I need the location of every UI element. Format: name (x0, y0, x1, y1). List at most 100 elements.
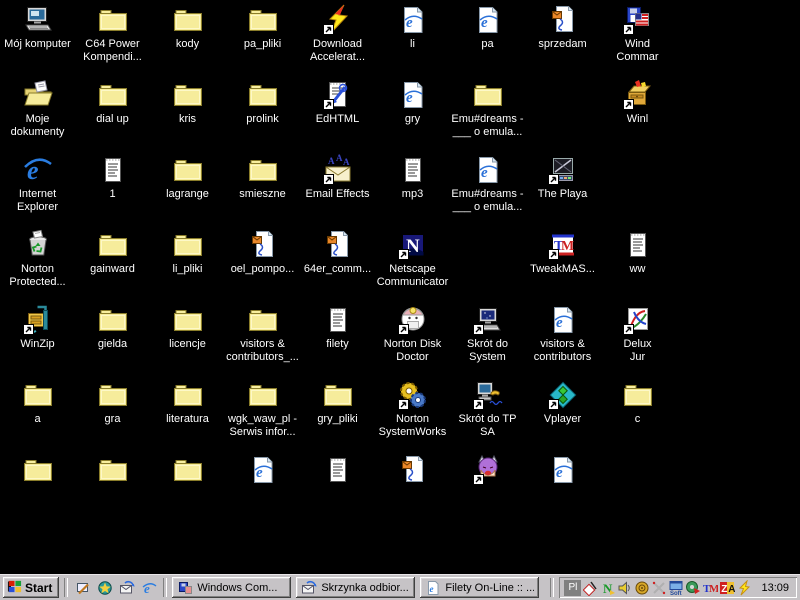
desktop-icon-literatura[interactable]: literatura (150, 379, 225, 426)
desktop-icon-c64-power-kompendi[interactable]: C64 Power Kompendi... (75, 4, 150, 64)
desktop-icon-edhtml[interactable]: EdHTML (300, 79, 375, 126)
quick-launch-view-channels-icon[interactable] (95, 578, 114, 597)
taskbar-button-windows-com[interactable]: Windows Com... (172, 577, 291, 598)
desktop-icon-wind-commar[interactable]: Wind Commar (600, 4, 675, 64)
tray-icon-lightning[interactable] (736, 580, 752, 596)
desktop-icon-norton-systemworks[interactable]: Norton SystemWorks (375, 379, 450, 439)
tray-icon-downloader[interactable] (685, 580, 701, 596)
desktop-icon-dial-up[interactable]: dial up (75, 79, 150, 126)
desktop-icon-skrót-do-tp-sa[interactable]: Skrót do TP SA (450, 379, 525, 439)
tray-icon-volume[interactable] (617, 580, 633, 596)
tray-icon-network-x[interactable] (651, 580, 667, 596)
tray-icon-zonealarm[interactable]: ZA (719, 580, 735, 596)
folder-icon (247, 79, 279, 111)
desktop-icon-internet-explorer[interactable]: eInternet Explorer (0, 154, 75, 214)
email-effects-icon: AAA (322, 154, 354, 186)
notepad-icon (322, 304, 354, 336)
desktop-icon-oel-pompo[interactable]: oel_pompo... (225, 229, 300, 276)
desktop-icon-winl[interactable]: Winl (600, 79, 675, 126)
desktop-icon-folder[interactable] (0, 454, 75, 486)
desktop-icon-moje-dokumenty[interactable]: Moje dokumenty (0, 79, 75, 139)
desktop-icon-64er-comm[interactable]: 64er_comm... (300, 229, 375, 276)
desktop-icon-norton-disk-doctor[interactable]: Norton Disk Doctor (375, 304, 450, 364)
taskbar-button-skrzynka-odbior[interactable]: Skrzynka odbior... (296, 577, 415, 598)
folder-icon (97, 304, 129, 336)
tray-icon-dialer[interactable] (634, 580, 650, 596)
desktop-icon-emu-dreams-o-emula[interactable]: Emu#dreams - ___ o emula... (450, 79, 525, 139)
desktop-icon-download-accelerat[interactable]: Download Accelerat... (300, 4, 375, 64)
desktop-icon-emu-dreams-o-emula[interactable]: eEmu#dreams - ___ o emula... (450, 154, 525, 214)
mail-doc-icon (397, 454, 429, 486)
desktop-icon-li[interactable]: eli (375, 4, 450, 51)
desktop-icon-a[interactable]: a (0, 379, 75, 426)
folder-icon (247, 304, 279, 336)
desktop-icon-tweakmas[interactable]: TMTweakMAS... (525, 229, 600, 276)
tray-icon-pen-tablet[interactable] (583, 580, 599, 596)
desktop-icon-prolink[interactable]: prolink (225, 79, 300, 126)
iedoc-small-icon: e (425, 580, 441, 596)
taskbar-divider (163, 578, 167, 597)
desktop-icon-lagrange[interactable]: lagrange (150, 154, 225, 201)
desktop-icon-folder[interactable] (75, 454, 150, 486)
desktop-icon-notepad[interactable] (300, 454, 375, 486)
desktop-icon-gainward[interactable]: gainward (75, 229, 150, 276)
desktop-icon-email-effects[interactable]: AAAEmail Effects (300, 154, 375, 201)
desktop-icon-1[interactable]: 1 (75, 154, 150, 201)
desktop-icon-kody[interactable]: kody (150, 4, 225, 51)
desktop-icon-norton-protected[interactable]: Norton Protected... (0, 229, 75, 289)
desktop-icon-mp3[interactable]: mp3 (375, 154, 450, 201)
desktop-icon-delux-jur[interactable]: Delux Jur (600, 304, 675, 364)
desktop-icon-sprzedam[interactable]: sprzedam (525, 4, 600, 51)
playa-icon (547, 154, 579, 186)
folder-icon (97, 229, 129, 261)
desktop-icon-ww[interactable]: ww (600, 229, 675, 276)
quick-launch-internet-explorer-icon[interactable]: e (139, 578, 158, 597)
notepad-icon (622, 229, 654, 261)
desktop-icon-the-playa[interactable]: The Playa (525, 154, 600, 201)
notepad-icon (322, 454, 354, 486)
mail-doc-icon (247, 229, 279, 261)
desktop-icon-smieszne[interactable]: smieszne (225, 154, 300, 201)
desktop-icon-gry[interactable]: egry (375, 79, 450, 126)
desktop-icon-ie-doc[interactable]: e (525, 454, 600, 486)
netscape-icon: N (397, 229, 429, 261)
desktop-icon-anime[interactable] (450, 454, 525, 486)
desktop-icon-skrót-do-system[interactable]: Skrót do System (450, 304, 525, 364)
desktop-icon-pa-pliki[interactable]: pa_pliki (225, 4, 300, 51)
desktop-icon-licencje[interactable]: licencje (150, 304, 225, 351)
start-button[interactable]: Start (3, 577, 59, 598)
language-indicator[interactable]: Pl (564, 580, 581, 596)
desktop-icon-gra[interactable]: gra (75, 379, 150, 426)
taskbar-button-filety-on-line[interactable]: eFilety On-Line :: ... (420, 577, 539, 598)
desktop-icon-netscape-communicator[interactable]: NNetscape Communicator (375, 229, 450, 289)
desktop-icon-gielda[interactable]: gielda (75, 304, 150, 351)
desktop-icon-li-pliki[interactable]: li_pliki (150, 229, 225, 276)
desktop-icon-pa[interactable]: epa (450, 4, 525, 51)
notepad-icon (97, 154, 129, 186)
desktop-icon-wgk-waw-pl-serwis-infor[interactable]: wgk_waw_pl - Serwis infor... (225, 379, 300, 439)
desktop-icon-visitors-contributors[interactable]: visitors & contributors_... (225, 304, 300, 364)
desktop-icon-label: ww (591, 263, 685, 276)
taskbar-clock[interactable]: 13:09 (761, 582, 789, 594)
my-computer-icon (22, 4, 54, 36)
desktop-icon-kris[interactable]: kris (150, 79, 225, 126)
desktop-icon-filety[interactable]: filety (300, 304, 375, 351)
desktop-icon-ie-doc[interactable]: e (225, 454, 300, 486)
system-tray: Pl N Soft TMZA 13:09 (559, 577, 797, 598)
desktop-icon-c[interactable]: c (600, 379, 675, 426)
desktop-icon-label: Netscape Communicator (366, 263, 460, 289)
desktop-icon-folder[interactable] (150, 454, 225, 486)
folder-icon (622, 379, 654, 411)
tray-icon-tm[interactable]: TM (702, 580, 718, 596)
desktop-icon-mail-doc[interactable] (375, 454, 450, 486)
desktop-icon-vplayer[interactable]: Vplayer (525, 379, 600, 426)
desktop-icon-winzip[interactable]: WinZip (0, 304, 75, 351)
folder-icon (172, 79, 204, 111)
tray-icon-soft[interactable]: Soft (668, 580, 684, 596)
tray-icon-green-n[interactable]: N (600, 580, 616, 596)
desktop-icon-gry-pliki[interactable]: gry_pliki (300, 379, 375, 426)
quick-launch-outlook-express-icon[interactable] (117, 578, 136, 597)
quick-launch-show-desktop-icon[interactable] (73, 578, 92, 597)
desktop-icon-visitors-contributors[interactable]: evisitors & contributors (525, 304, 600, 364)
desktop-icon-mój-komputer[interactable]: Mój komputer (0, 4, 75, 51)
